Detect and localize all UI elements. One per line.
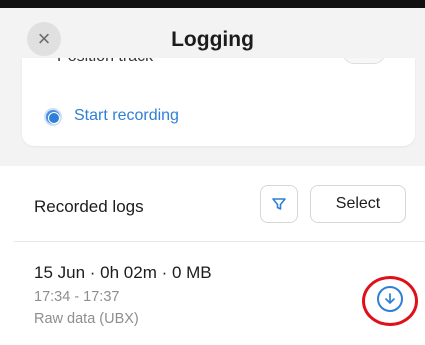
filter-icon bbox=[272, 198, 286, 210]
recording-card: • Position track Start recording bbox=[22, 58, 415, 146]
position-track-toggle[interactable] bbox=[343, 58, 385, 64]
log-time: 17:34 - 17:37 bbox=[34, 289, 120, 305]
download-icon bbox=[385, 293, 395, 304]
page-title: Logging bbox=[171, 28, 254, 51]
header: × Logging bbox=[0, 8, 425, 58]
select-button[interactable]: Select bbox=[310, 185, 406, 223]
log-type: Raw data (UBX) bbox=[34, 311, 139, 327]
section-title: Recorded logs bbox=[34, 197, 144, 216]
recorded-logs-section: Recorded logs Select 15 Jun · 0h 02m · 0… bbox=[0, 166, 425, 345]
start-recording-label[interactable]: Start recording bbox=[74, 107, 179, 125]
status-bar bbox=[0, 0, 425, 8]
start-recording-radio[interactable] bbox=[44, 108, 62, 126]
log-title: 15 Jun · 0h 02m · 0 MB bbox=[34, 263, 212, 282]
divider bbox=[14, 241, 425, 242]
position-track-label: • Position track bbox=[47, 58, 153, 66]
radio-dot-icon bbox=[48, 112, 60, 124]
filter-button[interactable] bbox=[260, 185, 298, 223]
download-button[interactable] bbox=[377, 286, 403, 312]
